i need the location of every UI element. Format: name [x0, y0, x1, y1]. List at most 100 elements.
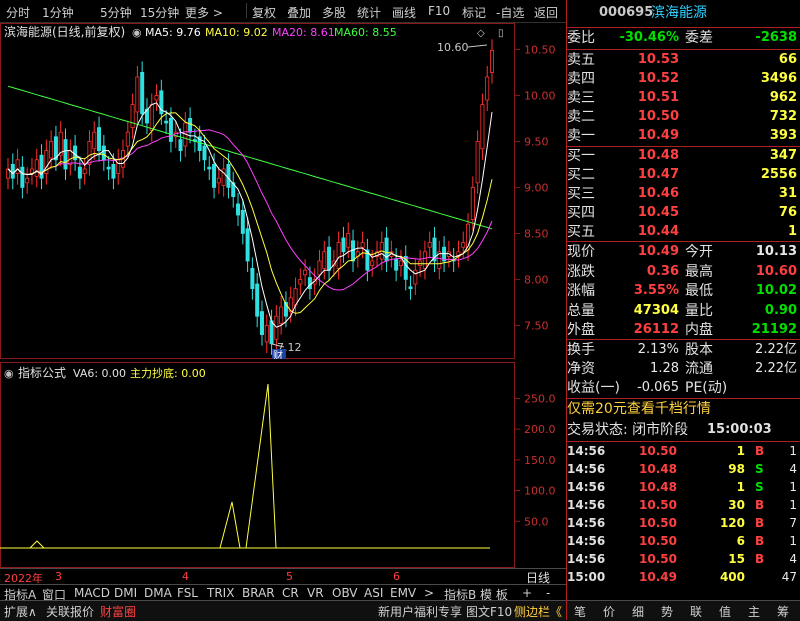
tick-row: 14:56 10.50 30 B 1	[567, 496, 800, 514]
tab-5min[interactable]: 5分钟	[100, 4, 132, 21]
stat-label: 内盘	[685, 322, 713, 338]
ma-toggle-icon[interactable]: ◉	[132, 26, 142, 39]
remove-window-button[interactable]: -	[546, 586, 550, 600]
tab-1min[interactable]: 1分钟	[42, 4, 74, 21]
tab-brar[interactable]: BRAR	[242, 586, 275, 600]
stat-row: 总量 47304 量比 0.90	[567, 302, 800, 320]
candle-body	[259, 311, 264, 336]
tick-side: B	[755, 516, 765, 530]
candle-body	[20, 166, 25, 188]
more-menu[interactable]: 更多 >	[185, 4, 223, 21]
tab-cr[interactable]: CR	[282, 586, 299, 600]
candle-body	[245, 228, 250, 262]
mark-button[interactable]: 标记	[462, 4, 486, 21]
multi-stock-button[interactable]: 多股	[322, 4, 346, 21]
tick-price: 10.50	[639, 498, 677, 512]
candle-body	[269, 320, 274, 345]
book-row[interactable]: 买三 10.46 31	[567, 185, 800, 203]
tab-emv[interactable]: EMV	[390, 586, 416, 600]
tab-macd[interactable]: MACD	[74, 586, 110, 600]
tick-side: S	[755, 480, 764, 494]
candle-body	[25, 177, 30, 184]
add-window-button[interactable]: +	[522, 586, 532, 600]
candle-body	[418, 260, 423, 266]
new-user-promo[interactable]: 新用户福利专享	[378, 603, 462, 620]
draw-button[interactable]: 画线	[392, 4, 416, 21]
chart-title: 滨海能源(日线,前复权)	[4, 24, 125, 39]
tab-obv[interactable]: OBV	[332, 586, 358, 600]
book-row[interactable]: 买二 10.47 2556	[567, 166, 800, 184]
collapse-icon[interactable]: ▯	[498, 28, 504, 39]
price-chart[interactable]: 滨海能源(日线,前复权) ◉ MA5: 9.76 MA10: 9.02 MA20…	[0, 23, 566, 359]
tab-15min[interactable]: 15分钟	[140, 4, 179, 21]
weibi-value: -30.46%	[619, 30, 679, 45]
book-level-label: 买四	[567, 205, 595, 221]
tick-count: 1	[789, 444, 797, 458]
indicator-tabbar: 指标A 窗口 MACD DMI DMA FSL TRIX BRAR CR VR …	[0, 584, 566, 602]
stat-value: 0.36	[646, 263, 679, 279]
date-axis: 2022年 3 4 5 6 日线	[0, 568, 566, 585]
candle-body	[125, 131, 130, 147]
book-row[interactable]: 买一 10.48 347	[567, 147, 800, 165]
tab-dmi[interactable]: DMI	[114, 586, 137, 600]
stat-label: 现价	[567, 244, 595, 260]
candle-body	[15, 159, 20, 175]
stat-label: 今开	[685, 244, 713, 260]
stat-row: 换手 2.13% 股本 2.22亿	[567, 341, 800, 359]
candle-body	[101, 145, 106, 161]
tab-asi[interactable]: ASI	[364, 586, 383, 600]
tab-trix[interactable]: TRIX	[207, 586, 234, 600]
stat-label: 总量	[567, 302, 595, 319]
tick-price: 10.50	[639, 444, 677, 458]
book-row[interactable]: 买四 10.45 76	[567, 204, 800, 222]
book-volume: 76	[778, 205, 797, 220]
tab-intraday[interactable]: 分时	[6, 4, 30, 21]
book-level-label: 卖一	[567, 128, 595, 144]
book-row[interactable]: 买五 10.44 1	[567, 223, 800, 241]
wealth-circle-tab[interactable]: 财富圈	[100, 603, 136, 620]
stat-value: 26112	[633, 322, 679, 337]
book-price: 10.48	[637, 148, 679, 163]
tabs-scroll-right[interactable]: >	[424, 586, 434, 600]
indicator-toggle-icon[interactable]: ◉	[4, 367, 14, 380]
stat-label: 最高	[685, 263, 713, 280]
tab-fsl[interactable]: FSL	[177, 586, 198, 600]
adjust-button[interactable]: 复权	[252, 4, 276, 21]
stats-button[interactable]: 统计	[357, 4, 381, 21]
price-tick: 7.50	[524, 319, 549, 332]
related-quotes-tab[interactable]: 关联报价	[46, 603, 94, 620]
candle-body	[154, 95, 159, 101]
stat-value: 1.28	[650, 361, 679, 376]
promo-text[interactable]: 仅需20元查看千档行情	[567, 400, 711, 418]
trade-status-row: 交易状态: 闭市阶段 15:00:03	[567, 421, 800, 441]
back-button[interactable]: 返回	[534, 4, 558, 21]
book-volume: 732	[769, 109, 797, 124]
stat-label: 换手	[567, 342, 595, 358]
book-row[interactable]: 卖一 10.49 393	[567, 127, 800, 145]
stat-label: PE(动)	[685, 380, 728, 396]
tab-dma[interactable]: DMA	[144, 586, 172, 600]
indicator-chart[interactable]: ◉ 指标公式 VA6: 0.00 主力抄底: 0.00 250.0 200.0 15…	[0, 362, 566, 568]
add-watchlist-button[interactable]: -自选	[496, 4, 524, 21]
ma60-label: MA60: 8.55	[334, 26, 397, 39]
book-row[interactable]: 卖四 10.52 3496	[567, 70, 800, 88]
tab-vr[interactable]: VR	[307, 586, 324, 600]
candle-body	[346, 232, 351, 248]
book-price: 10.50	[637, 109, 679, 124]
f10-graphic-tab[interactable]: 图文F10	[466, 603, 512, 620]
book-row[interactable]: 卖三 10.51 962	[567, 89, 800, 107]
book-row[interactable]: 卖二 10.50 732	[567, 108, 800, 126]
expand-button[interactable]: 扩展∧	[4, 603, 37, 620]
book-row[interactable]: 卖五 10.53 66	[567, 51, 800, 69]
overlay-button[interactable]: 叠加	[287, 4, 311, 21]
diamond-icon: ◇	[477, 28, 485, 39]
tick-time: 15:00	[567, 570, 606, 584]
weicha-label: 委差	[685, 30, 713, 46]
sidebar-toggle[interactable]: 侧边栏《	[514, 603, 562, 620]
f10-button[interactable]: F10	[428, 4, 450, 18]
stat-value: 10.13	[755, 244, 797, 259]
promo-row[interactable]: 仅需20元查看千档行情	[567, 400, 800, 420]
candle-body	[77, 166, 82, 179]
stat-label: 流通	[685, 361, 713, 377]
stat-value: 10.60	[755, 263, 797, 279]
